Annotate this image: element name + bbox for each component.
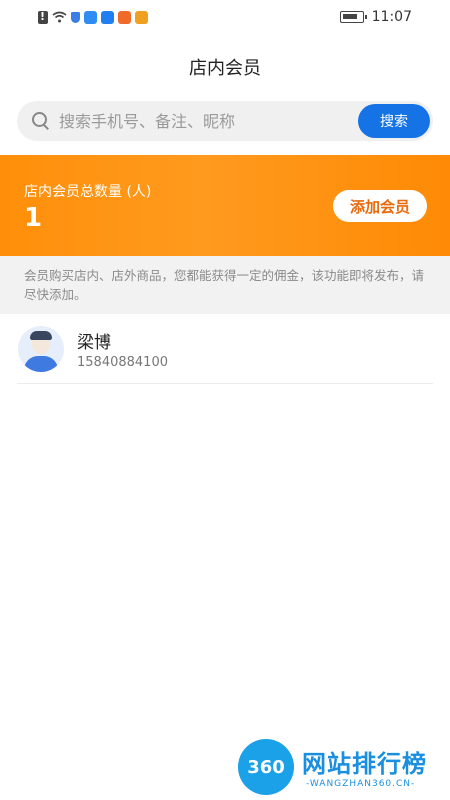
watermark-logo: 360 网站排行榜 -WANGZHAN360.CN- [236, 737, 450, 799]
watermark-360-icon: 360 [238, 739, 294, 795]
member-count-banner: 店内会员总数量 (人) 1 添加会员 [0, 155, 450, 256]
page-title: 店内会员 [189, 58, 261, 79]
member-count-value: 1 [24, 203, 43, 233]
watermark-title: 网站排行榜 [302, 750, 427, 778]
app-notification-icon [101, 10, 114, 24]
wifi-icon [52, 11, 67, 23]
member-info: 梁博 15840884100 [77, 328, 168, 370]
member-name: 梁博 [77, 332, 111, 353]
status-icons-left [38, 10, 148, 24]
member-list-item[interactable]: 梁博 15840884100 [17, 314, 433, 384]
status-icons-right: 11:07 [339, 9, 412, 25]
app-notification-icon [135, 10, 148, 24]
battery-icon [339, 11, 367, 23]
search-bar: 搜索 [17, 101, 433, 141]
status-bar: 11:07 [0, 0, 450, 34]
watermark-subtitle: -WANGZHAN360.CN- [306, 779, 416, 789]
app-notification-icon [118, 10, 131, 24]
status-time: 11:07 [371, 9, 412, 25]
notice-text: 会员购买店内、店外商品，您都能获得一定的佣金，该功能即将发布，请尽快添加。 [0, 256, 450, 314]
add-member-button[interactable]: 添加会员 [333, 190, 427, 222]
member-phone: 15840884100 [77, 354, 168, 370]
member-count-label: 店内会员总数量 (人) [24, 184, 152, 200]
app-notification-icon [84, 10, 97, 24]
shield-icon [71, 11, 80, 23]
alert-icon [38, 10, 48, 24]
search-button[interactable]: 搜索 [358, 104, 430, 138]
search-icon [29, 110, 51, 132]
avatar [18, 325, 64, 372]
search-input[interactable] [51, 101, 358, 141]
